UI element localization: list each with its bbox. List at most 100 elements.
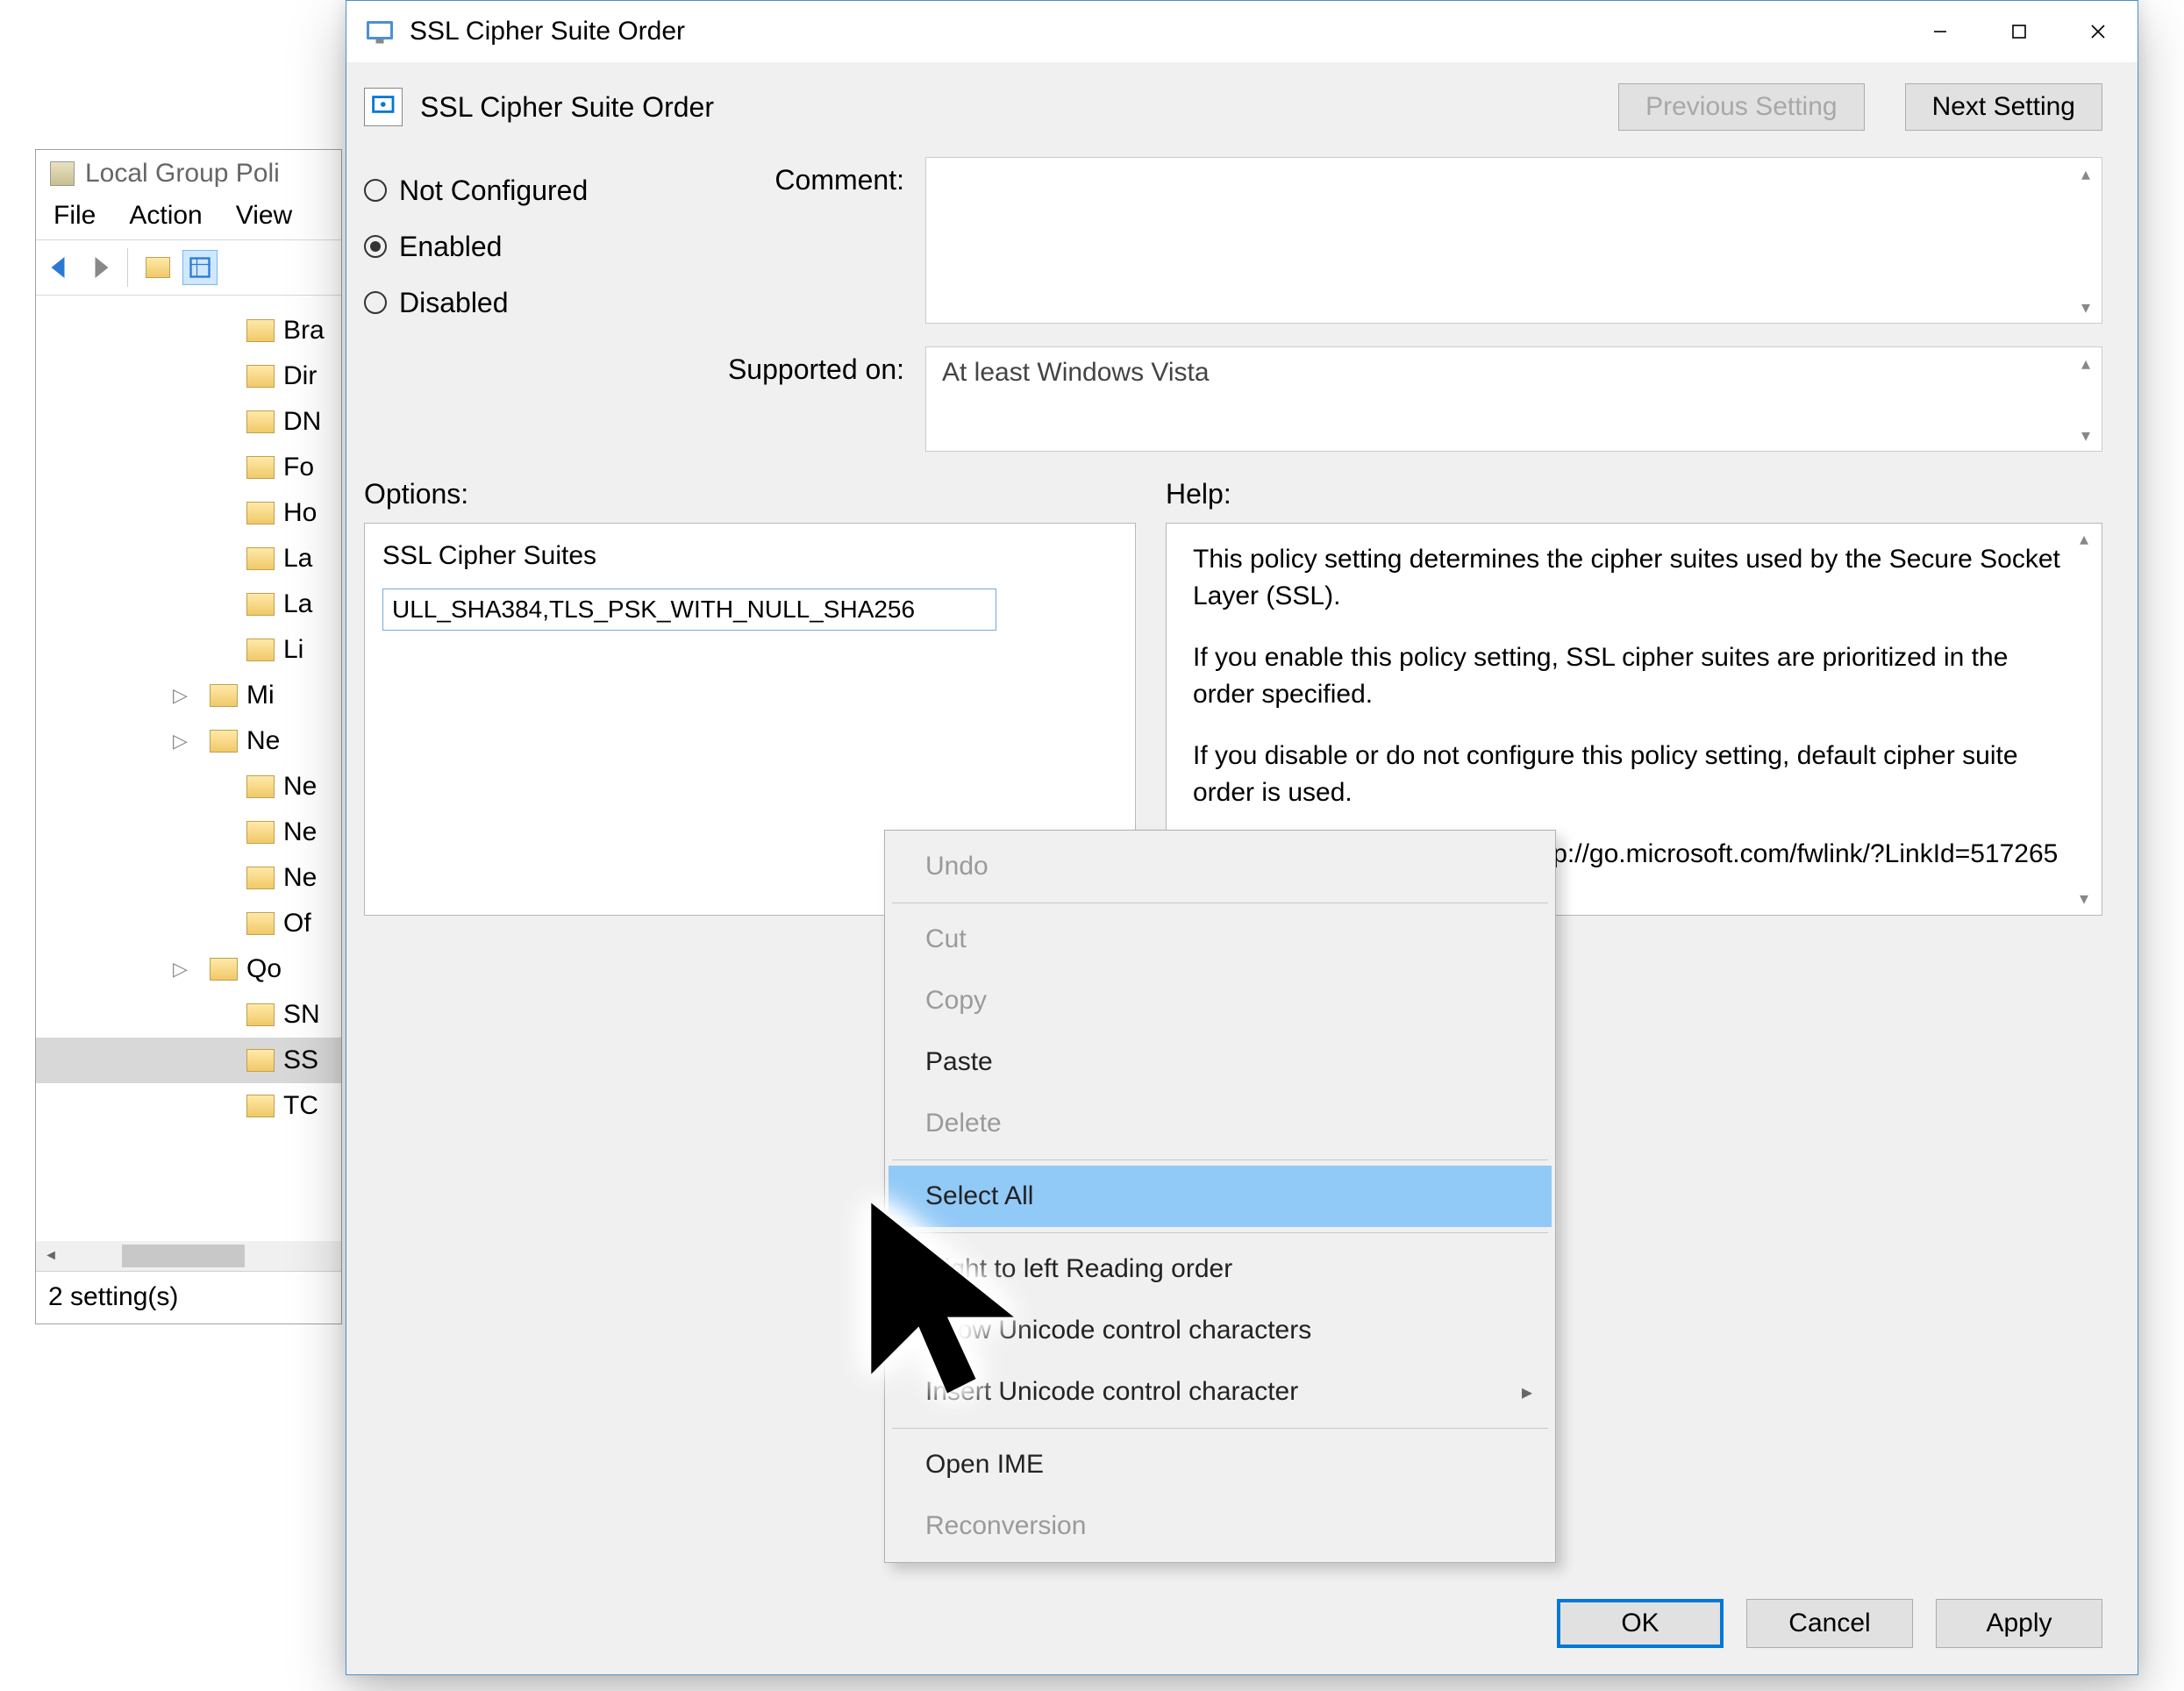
tree-item[interactable]: DN [36, 399, 341, 445]
tree-item[interactable]: Fo [36, 445, 341, 490]
radio-not-configured[interactable]: Not Configured [364, 162, 680, 218]
folder-icon [246, 821, 275, 844]
tree-item-label: Bra [283, 316, 325, 346]
tree-item-label: SN [283, 1000, 320, 1030]
radio-enabled[interactable]: Enabled [364, 218, 680, 275]
tree-item[interactable]: ▷ Qo [36, 946, 341, 992]
previous-setting-button[interactable]: Previous Setting [1618, 83, 1864, 131]
folder-icon [246, 639, 275, 661]
dialog-title: SSL Cipher Suite Order [410, 17, 1901, 46]
tree-item-label: La [283, 589, 312, 619]
back-icon[interactable] [45, 252, 76, 283]
tree-item-label: Ne [246, 726, 280, 756]
menu-action[interactable]: Action [129, 201, 202, 231]
comment-label: Comment: [680, 157, 925, 324]
scroll-up-icon[interactable]: ▴ [2072, 527, 2096, 552]
folder-icon [246, 1003, 275, 1026]
cancel-button[interactable]: Cancel [1746, 1599, 1913, 1648]
separator [892, 1159, 1548, 1160]
chevron-right-icon[interactable]: ▷ [173, 958, 188, 981]
supported-field: At least Windows Vista ▴ ▾ [925, 346, 2102, 452]
help-text-2: If you enable this policy setting, SSL c… [1193, 639, 2075, 713]
folder-icon [246, 912, 275, 935]
view-icon[interactable] [182, 250, 218, 285]
tree-item[interactable]: TC [36, 1083, 341, 1129]
ctx-open-ime[interactable]: Open IME [889, 1434, 1552, 1495]
scroll-thumb[interactable] [122, 1245, 245, 1267]
tree-item[interactable]: ▷ Ne [36, 718, 341, 764]
folder-icon [246, 456, 275, 479]
scroll-up-icon[interactable]: ▴ [2073, 351, 2098, 375]
tree-item[interactable]: SS [36, 1038, 341, 1083]
tree-item-label: Qo [246, 954, 282, 984]
folder-icon [246, 502, 275, 524]
tree-item[interactable]: Ne [36, 855, 341, 901]
scroll-down-icon[interactable]: ▾ [2073, 423, 2098, 447]
chevron-right-icon[interactable]: ▷ [173, 730, 188, 753]
tree-item-label: DN [283, 407, 321, 437]
tree-item[interactable]: Dir [36, 353, 341, 399]
ctx-copy[interactable]: Copy [889, 970, 1552, 1031]
ctx-delete[interactable]: Delete [889, 1093, 1552, 1154]
dialog-icon [364, 16, 396, 47]
close-button[interactable] [2059, 1, 2138, 62]
tree-item[interactable]: La [36, 536, 341, 582]
scroll-up-icon[interactable]: ▴ [2073, 161, 2098, 186]
cipher-input[interactable] [382, 589, 996, 631]
header-row: SSL Cipher Suite Order Previous Setting … [346, 62, 2138, 152]
scroll-down-icon[interactable]: ▾ [2072, 887, 2096, 911]
ctx-paste[interactable]: Paste [889, 1031, 1552, 1093]
option-title: SSL Cipher Suites [382, 541, 1117, 571]
folder-icon [246, 867, 275, 889]
comment-field[interactable]: ▴ ▾ [925, 157, 2102, 324]
cursor-icon [833, 1184, 1061, 1412]
tree-item-label: Mi [246, 681, 275, 710]
tree-item[interactable]: Ho [36, 490, 341, 536]
tree-item[interactable]: SN [36, 992, 341, 1038]
tree-item-label: Ne [283, 772, 317, 802]
ctx-undo[interactable]: Undo [889, 836, 1552, 897]
gpedit-titlebar: Local Group Poli [36, 150, 341, 197]
menu-view[interactable]: View [236, 201, 292, 231]
menu-file[interactable]: File [54, 201, 96, 231]
up-folder-icon[interactable] [140, 250, 175, 285]
gpedit-title: Local Group Poli [85, 159, 280, 189]
scrollbar-horizontal[interactable]: ◄ [36, 1241, 341, 1271]
folder-icon [210, 958, 238, 981]
apply-button[interactable]: Apply [1936, 1599, 2102, 1648]
scroll-down-icon[interactable]: ▾ [2073, 295, 2098, 319]
tree-item-label: Ho [283, 498, 317, 528]
tree: BraDirDNFoHoLaLaLi▷Mi▷NeNeNeNeOf▷QoSNSST… [36, 296, 341, 1129]
maximize-button[interactable] [1980, 1, 2059, 62]
ok-button[interactable]: OK [1557, 1599, 1724, 1648]
header-title: SSL Cipher Suite Order [420, 91, 1601, 124]
folder-icon [246, 593, 275, 616]
tree-item[interactable]: ▷ Mi [36, 673, 341, 718]
folder-icon [246, 1049, 275, 1072]
ctx-cut[interactable]: Cut [889, 909, 1552, 970]
supported-label: Supported on: [680, 346, 925, 478]
tree-item[interactable]: Bra [36, 308, 341, 353]
tree-item[interactable]: La [36, 582, 341, 627]
minimize-button[interactable] [1901, 1, 1980, 62]
folder-icon [246, 410, 275, 433]
tree-item[interactable]: Of [36, 901, 341, 946]
radio-disabled[interactable]: Disabled [364, 275, 680, 331]
next-setting-button[interactable]: Next Setting [1905, 83, 2102, 131]
tree-item-label: Li [283, 635, 303, 665]
scroll-left-icon[interactable]: ◄ [36, 1241, 66, 1271]
tree-item[interactable]: Ne [36, 810, 341, 855]
button-row: OK Cancel Apply [346, 1573, 2138, 1674]
forward-icon[interactable] [83, 252, 115, 283]
options-label: Options: [364, 478, 1136, 510]
toolbar [36, 239, 341, 296]
radio-enabled-label: Enabled [399, 231, 502, 263]
tree-item-label: Dir [283, 361, 317, 391]
tree-item[interactable]: Li [36, 627, 341, 673]
chevron-right-icon[interactable]: ▷ [173, 684, 188, 707]
ctx-reconversion[interactable]: Reconversion [889, 1495, 1552, 1557]
tree-item-label: La [283, 544, 312, 574]
submenu-arrow-icon: ▸ [1522, 1380, 1532, 1405]
folder-icon [210, 684, 238, 707]
tree-item[interactable]: Ne [36, 764, 341, 810]
